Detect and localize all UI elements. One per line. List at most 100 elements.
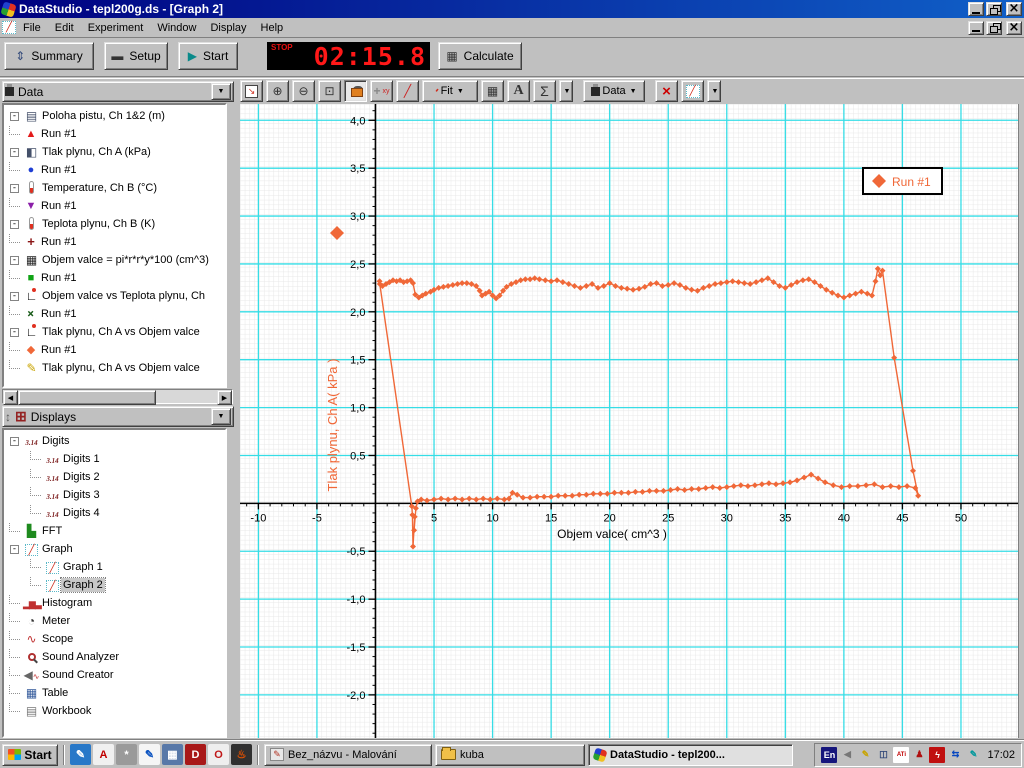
- scale-to-fit-button[interactable]: ↘: [240, 80, 263, 102]
- graph-calculator-button[interactable]: ▦: [481, 80, 504, 102]
- menu-help[interactable]: Help: [254, 20, 291, 36]
- displays-panel-dropdown-button[interactable]: ▼: [211, 408, 231, 425]
- fit-dropdown-button[interactable]: ∙∙∙ Fit ▼: [422, 80, 478, 102]
- data-item[interactable]: - Teplota plynu, Ch B (K): [4, 215, 225, 233]
- sync-icon[interactable]: ⇆: [947, 747, 963, 763]
- data-item[interactable]: ✎ Tlak plynu, Ch A vs Objem valce: [4, 359, 225, 377]
- menu-window[interactable]: Window: [150, 20, 203, 36]
- display-item-table[interactable]: ▦ Table: [4, 684, 225, 702]
- data-panel-dropdown-button[interactable]: ▼: [211, 83, 231, 100]
- tree-expand-icon[interactable]: -: [10, 111, 19, 121]
- data-run-item[interactable]: ● Run #1: [4, 161, 225, 179]
- data-run-item[interactable]: ▲ Run #1: [4, 125, 225, 143]
- scroll-thumb[interactable]: [18, 390, 156, 405]
- display-subitem[interactable]: 3.14 Digits 3: [4, 486, 225, 504]
- data-item[interactable]: - ∟ Objem valce vs Teplota plynu, Ch: [4, 287, 225, 305]
- tree-expand-icon[interactable]: -: [10, 183, 19, 193]
- tree-expand-icon[interactable]: -: [10, 544, 19, 554]
- display-item-meter[interactable]: ◔ Meter: [4, 612, 225, 630]
- task-button-paint[interactable]: ✎ Bez_názvu - Malování: [264, 743, 432, 766]
- data-item[interactable]: - ▤ Poloha pistu, Ch 1&2 (m): [4, 107, 225, 125]
- flame-icon[interactable]: ♨: [231, 744, 252, 765]
- tree-expand-icon[interactable]: -: [10, 327, 19, 337]
- volume-icon[interactable]: ◀: [839, 747, 855, 763]
- pen-document-icon[interactable]: ✎: [139, 744, 160, 765]
- display-subitem[interactable]: 3.14 Digits 2: [4, 468, 225, 486]
- calculate-button[interactable]: ▦ Calculate: [438, 42, 522, 70]
- editor-icon[interactable]: ✎: [70, 744, 91, 765]
- acrobat-icon[interactable]: A: [93, 744, 114, 765]
- display-item-digits[interactable]: -3.14 Digits: [4, 432, 225, 450]
- displays-panel-header[interactable]: ↕ ⊞ Displays ▼: [2, 406, 234, 427]
- display-item-sound-analyzer[interactable]: Sound Analyzer: [4, 648, 225, 666]
- graph-settings-button[interactable]: ╱: [681, 80, 704, 102]
- display-item-histogram[interactable]: ▂▆▃ Histogram: [4, 594, 225, 612]
- data-item[interactable]: - Temperature, Ch B (°C): [4, 179, 225, 197]
- display-subitem[interactable]: ╱ Graph 2: [4, 576, 225, 594]
- dragon-icon[interactable]: D: [185, 744, 206, 765]
- messenger-icon[interactable]: ϟ: [929, 746, 946, 763]
- text-tool-button[interactable]: A: [507, 80, 530, 102]
- hand-icon[interactable]: *: [116, 744, 137, 765]
- menu-experiment[interactable]: Experiment: [81, 20, 151, 36]
- display-item-graph[interactable]: - ╱ Graph: [4, 540, 225, 558]
- data-item[interactable]: - ◧ Tlak plynu, Ch A (kPa): [4, 143, 225, 161]
- tree-expand-icon[interactable]: -: [10, 147, 19, 157]
- statistics-button[interactable]: Σ: [533, 80, 556, 102]
- mdi-restore-button[interactable]: [986, 20, 1002, 35]
- setup-button[interactable]: ▬ Setup: [104, 42, 168, 70]
- delete-button[interactable]: ×: [655, 80, 678, 102]
- data-run-item[interactable]: ■ Run #1: [4, 269, 225, 287]
- data-run-item[interactable]: ◆ Run #1: [4, 341, 225, 359]
- settings-caret-button[interactable]: ▼: [707, 80, 721, 102]
- menu-edit[interactable]: Edit: [48, 20, 81, 36]
- data-item[interactable]: - ∟ Tlak plynu, Ch A vs Objem valce: [4, 323, 225, 341]
- graph-plot-area[interactable]: -10 -5 5 10 15 20 25 30 35 40 45 50 -2,0 -1,5 -1,0 -0,5…: [240, 104, 1018, 738]
- display-item-sound-creator[interactable]: ◀∿ Sound Creator: [4, 666, 225, 684]
- zoom-in-button[interactable]: ⊕: [266, 80, 289, 102]
- zoom-out-button[interactable]: ⊖: [292, 80, 315, 102]
- display-item-fft[interactable]: ▙ FFT: [4, 522, 225, 540]
- scroll-right-button[interactable]: ▶: [217, 390, 232, 405]
- data-run-item[interactable]: + Run #1: [4, 305, 225, 323]
- scheduler-icon[interactable]: ◫: [875, 747, 891, 763]
- minimize-button[interactable]: [968, 2, 984, 16]
- data-run-item[interactable]: + Run #1: [4, 233, 225, 251]
- close-button[interactable]: ×: [1006, 2, 1022, 16]
- display-subitem[interactable]: 3.14 Digits 1: [4, 450, 225, 468]
- graph-canvas[interactable]: -10 -5 5 10 15 20 25 30 35 40 45 50 -2,0 -1,5 -1,0 -0,5…: [240, 104, 1018, 738]
- statistics-caret-button[interactable]: ▼: [559, 80, 573, 102]
- lock-axes-button[interactable]: [344, 80, 367, 102]
- ati-icon[interactable]: ATi: [893, 746, 910, 763]
- zoom-select-button[interactable]: ⊡: [318, 80, 341, 102]
- task-button-datastudio[interactable]: DataStudio - tepl200...: [588, 743, 793, 766]
- display-subitem[interactable]: 3.14 Digits 4: [4, 504, 225, 522]
- display-item-workbook[interactable]: ▤ Workbook: [4, 702, 225, 720]
- tree-expand-icon[interactable]: -: [10, 255, 19, 265]
- calculator-icon[interactable]: ▦: [162, 744, 183, 765]
- mdi-minimize-button[interactable]: [968, 20, 984, 35]
- menu-display[interactable]: Display: [203, 20, 253, 36]
- data-item[interactable]: - ▦ Objem valce = pi*r*r*y*100 (cm^3): [4, 251, 225, 269]
- restore-button[interactable]: [986, 2, 1002, 16]
- smart-tool-button[interactable]: + xy: [370, 80, 393, 102]
- pen-icon[interactable]: ✎: [965, 747, 981, 763]
- data-panel-header[interactable]: Data ▼: [2, 81, 234, 102]
- task-button-folder[interactable]: kuba: [435, 743, 585, 766]
- tree-expand-icon[interactable]: -: [10, 436, 19, 446]
- mdi-close-button[interactable]: ×: [1006, 20, 1022, 35]
- tree-expand-icon[interactable]: -: [10, 219, 19, 229]
- opera-icon[interactable]: O: [208, 744, 229, 765]
- scroll-left-button[interactable]: ◀: [3, 390, 18, 405]
- brush-icon[interactable]: ✎: [857, 747, 873, 763]
- slope-tool-button[interactable]: ╱: [396, 80, 419, 102]
- summary-button[interactable]: ⇕ Summary: [4, 42, 94, 70]
- start-menu-button[interactable]: Start: [2, 743, 58, 766]
- keyboard-layout-indicator[interactable]: En: [821, 746, 838, 763]
- start-button[interactable]: ▶ Start: [178, 42, 238, 70]
- agent-icon[interactable]: ♟: [911, 747, 927, 763]
- display-subitem[interactable]: ╱ Graph 1: [4, 558, 225, 576]
- data-dropdown-button[interactable]: Data ▼: [583, 80, 645, 102]
- tree-expand-icon[interactable]: -: [10, 291, 19, 301]
- data-tree-hscrollbar[interactable]: ◀ ▶: [2, 389, 233, 405]
